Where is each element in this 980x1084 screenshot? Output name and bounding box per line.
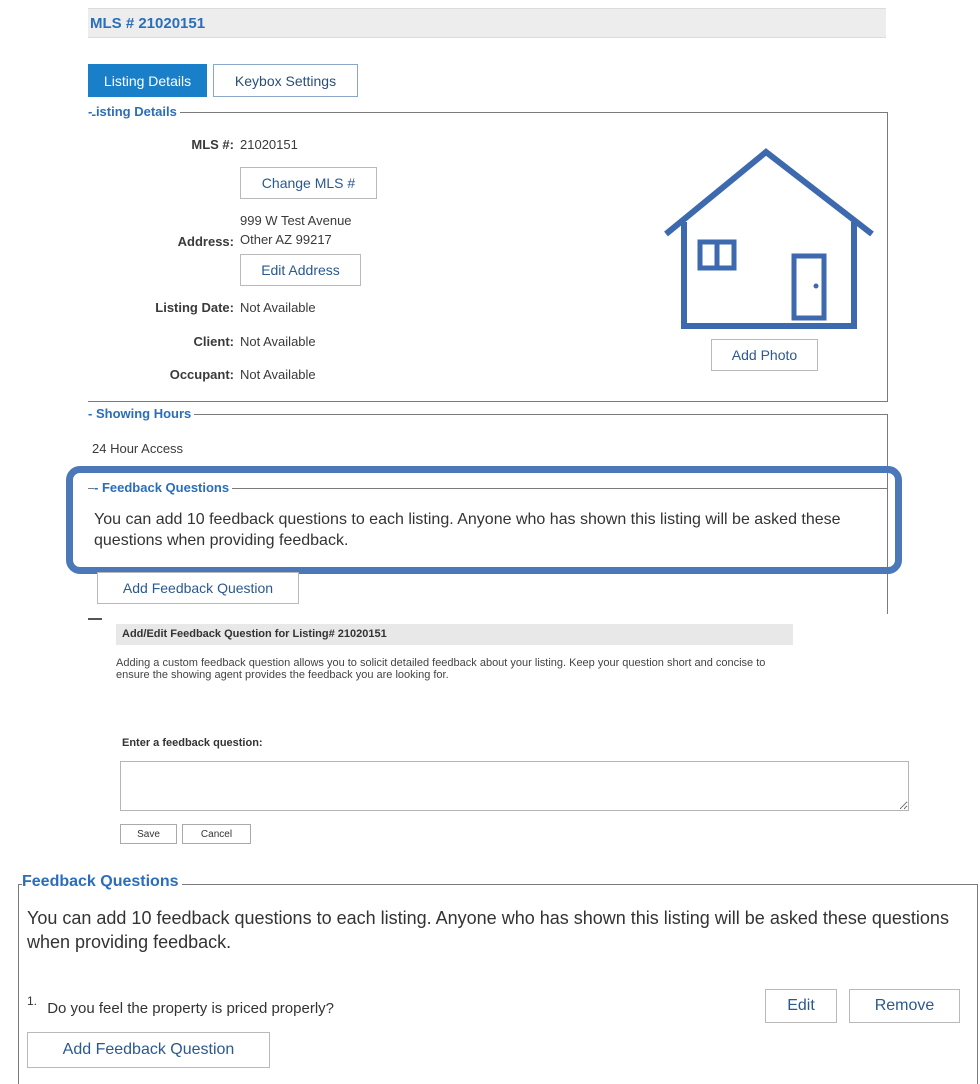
remove-question-button[interactable]: Remove (849, 989, 960, 1023)
edit-address-button[interactable]: Edit Address (240, 254, 361, 286)
address-label: Address: (177, 234, 234, 249)
showing-hours-legend: - Showing Hours (88, 406, 195, 421)
edit-question-button[interactable]: Edit (765, 989, 837, 1023)
occupant-label: Occupant: (169, 367, 234, 382)
tab-listing-details[interactable]: Listing Details (88, 64, 207, 97)
tab-keybox-settings[interactable]: Keybox Settings (213, 64, 358, 97)
edit-dialog-description: Adding a custom feedback question allows… (116, 657, 766, 681)
feedback-question-input[interactable] (120, 761, 909, 811)
mls-value: 21020151 (240, 137, 298, 152)
question-text: Do you feel the property is priced prope… (47, 1000, 335, 1017)
listing-date-value: Not Available (240, 300, 316, 315)
feedback-questions-result-description: You can add 10 feedback questions to eac… (27, 908, 949, 952)
edit-dialog-header: Add/Edit Feedback Question for Listing# … (116, 624, 793, 645)
feedback-questions-result-legend: Feedback Questions (22, 873, 182, 891)
question-input-label: Enter a feedback question: (122, 737, 263, 749)
house-icon (664, 148, 874, 329)
client-label: Client: (193, 334, 234, 349)
divider (88, 618, 102, 620)
showing-hours-value: 24 Hour Access (92, 441, 184, 456)
mls-header-bar: MLS # 21020151 (88, 8, 886, 38)
add-feedback-question-button[interactable]: Add Feedback Question (97, 572, 299, 604)
client-value: Not Available (240, 334, 316, 349)
legend-dash: - (88, 104, 93, 119)
mls-label: MLS #: (191, 137, 234, 152)
feedback-question-item: 1. Do you feel the property is priced pr… (27, 994, 587, 1017)
change-mls-button[interactable]: Change MLS # (240, 167, 377, 199)
page-title: MLS # 21020151 (90, 15, 206, 32)
showing-hours-legend-text: Showing Hours (95, 406, 192, 421)
save-button[interactable]: Save (120, 824, 177, 844)
highlight-frame (66, 466, 902, 574)
listing-date-label: Listing Date: (155, 300, 234, 315)
cancel-button[interactable]: Cancel (182, 824, 251, 844)
add-feedback-question-button-2[interactable]: Add Feedback Question (27, 1032, 270, 1068)
address-line1: 999 W Test Avenue (240, 213, 352, 228)
listing-details-legend: Listing Details (88, 104, 180, 119)
address-line2: Other AZ 99217 (240, 232, 332, 247)
question-number: 1. (27, 994, 38, 1008)
add-photo-button[interactable]: Add Photo (711, 339, 818, 371)
occupant-value: Not Available (240, 367, 316, 382)
